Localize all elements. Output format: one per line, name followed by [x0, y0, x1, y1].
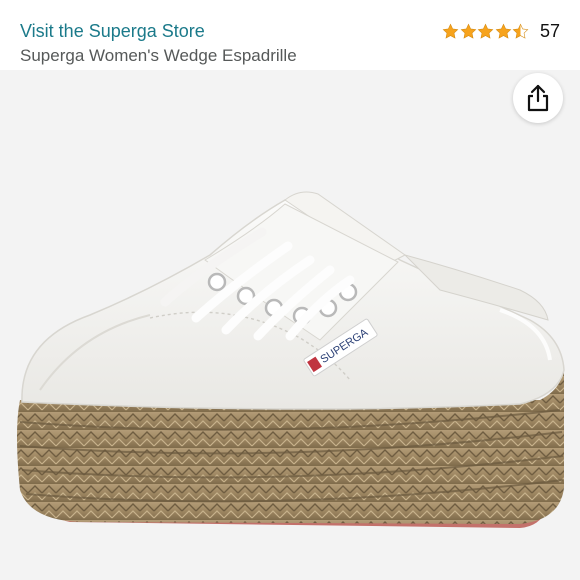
star-icon	[460, 23, 477, 39]
star-icon	[478, 23, 494, 39]
product-title: Superga Women's Wedge Espadrille	[20, 46, 297, 65]
star-icon	[495, 23, 512, 39]
review-count: 57	[539, 21, 560, 41]
share-icon	[527, 84, 549, 112]
store-link[interactable]: Visit the Superga Store	[20, 20, 205, 42]
rating-summary[interactable]: 57	[442, 20, 560, 42]
product-image[interactable]: SUPERGA	[0, 70, 580, 580]
product-page: Visit the Superga Store Superga Women's …	[0, 0, 580, 580]
product-header: Visit the Superga Store Superga Women's …	[0, 0, 580, 70]
star-rating	[442, 23, 530, 40]
half-star-icon	[513, 23, 529, 39]
star-icon	[443, 23, 459, 39]
share-button[interactable]	[513, 73, 563, 123]
